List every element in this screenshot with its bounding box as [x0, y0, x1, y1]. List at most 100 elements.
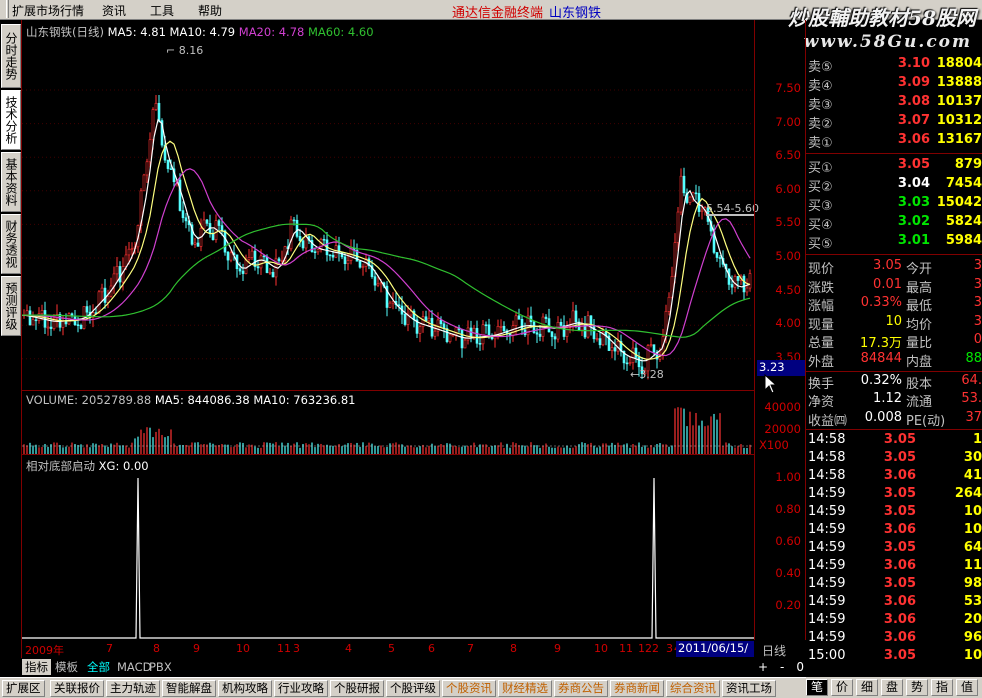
- trade-time: 14:59: [808, 504, 846, 520]
- candle-body: [460, 329, 464, 349]
- quote-tab[interactable]: 势: [906, 679, 928, 696]
- tab-financial[interactable]: 财务透视: [1, 214, 21, 274]
- tab-technical[interactable]: 技术分析: [1, 90, 21, 150]
- status-button[interactable]: 行业攻略: [274, 680, 328, 697]
- candle-body: [610, 347, 614, 351]
- quote-tab[interactable]: 细: [856, 679, 878, 696]
- candle-body: [388, 302, 392, 308]
- status-button[interactable]: 个股资讯: [442, 680, 496, 697]
- tab-all[interactable]: 全部: [84, 659, 113, 675]
- trade-price: 3.05: [883, 486, 916, 502]
- stat-key: 外盘: [808, 355, 835, 370]
- quote-tab[interactable]: 盘: [881, 679, 903, 696]
- candle-body: [319, 238, 323, 250]
- kline-chart[interactable]: [22, 20, 754, 640]
- quote-tab[interactable]: 值: [956, 679, 978, 696]
- candle-body: [46, 326, 50, 329]
- candle-body: [130, 248, 134, 251]
- trade-price: 3.05: [883, 432, 916, 448]
- bid-row: 买③ 3.03 15042: [806, 195, 982, 214]
- quote-tab[interactable]: 笔: [806, 679, 828, 696]
- chart-area[interactable]: 山东钢铁(日线) MA5: 4.81 MA10: 4.79 MA20: 4.78…: [22, 20, 759, 640]
- status-button[interactable]: 主力轨迹: [106, 680, 160, 697]
- period-label[interactable]: 日线: [762, 642, 786, 659]
- period-controls: 日线 + - 0: [754, 640, 806, 678]
- trade-time: 14:59: [808, 594, 846, 610]
- stat-row: 涨幅 0.33% 最低 3: [806, 295, 982, 314]
- time-label: 11: [619, 642, 633, 655]
- quote-tab[interactable]: 指: [931, 679, 953, 696]
- zoom-reset-button[interactable]: 0: [796, 660, 804, 674]
- candle-body: [556, 322, 560, 340]
- status-button[interactable]: 综合资讯: [666, 680, 720, 697]
- tab-indicator[interactable]: 指标: [22, 659, 51, 675]
- zoom-out-button[interactable]: -: [780, 660, 784, 674]
- status-button[interactable]: 财经精选: [498, 680, 552, 697]
- tab-template[interactable]: 模板: [52, 659, 81, 675]
- status-button[interactable]: 个股研报: [330, 680, 384, 697]
- ask-price: 3.09: [897, 75, 930, 90]
- status-button[interactable]: 资讯工场: [722, 680, 776, 697]
- menu-market[interactable]: 扩展市场行情: [12, 2, 84, 19]
- ask-label: 卖①: [808, 136, 833, 151]
- cursor-date: 2011/06/15/三: [676, 641, 754, 670]
- stat-key2: 今开: [906, 262, 933, 277]
- stat-key: 现量: [808, 317, 835, 333]
- candle-body: [64, 321, 68, 325]
- stat-key: 现价: [808, 262, 835, 277]
- stat-value2: 88: [965, 351, 982, 366]
- status-button[interactable]: 券商公告: [554, 680, 608, 697]
- candle-body: [679, 175, 683, 213]
- candle-body: [157, 102, 161, 121]
- candle-body: [253, 250, 257, 267]
- menu-help[interactable]: 帮助: [198, 2, 222, 19]
- candle-body: [535, 332, 539, 335]
- trade-volume: 96: [963, 630, 982, 646]
- status-button[interactable]: 机构攻略: [218, 680, 272, 697]
- candle-body: [259, 255, 263, 269]
- quote-tab[interactable]: 价: [831, 679, 853, 696]
- candle-body: [715, 252, 719, 258]
- time-label: 2009年: [25, 644, 64, 657]
- stat-row: 总量 17.3万 量比 0: [806, 332, 982, 351]
- bid-price: 3.04: [897, 176, 930, 191]
- candle-body: [649, 344, 653, 346]
- stat-key: 收益㈣: [808, 413, 848, 429]
- trade-volume: 20: [963, 612, 982, 628]
- stat-key2: 流通: [906, 395, 933, 411]
- candle-body: [181, 210, 185, 219]
- vol-tick-20000: 20000: [764, 422, 801, 436]
- tab-rating[interactable]: 预测评级: [1, 276, 21, 336]
- candle-body: [514, 315, 518, 326]
- mouse-cursor-icon: [764, 374, 778, 394]
- candle-body: [652, 344, 656, 353]
- trade-volume: 10: [963, 648, 982, 664]
- stat-row: 现价 3.05 今开 3: [806, 258, 982, 277]
- menu-tools[interactable]: 工具: [150, 2, 174, 19]
- candle-body: [292, 219, 296, 222]
- ask-label: 卖⑤: [808, 60, 833, 75]
- ask-price: 3.10: [897, 56, 930, 71]
- candle-body: [250, 250, 254, 258]
- status-button[interactable]: 扩展区: [2, 680, 45, 697]
- ask-row: 卖① 3.06 13167: [806, 132, 982, 151]
- trade-row: 14:58 3.05 30: [806, 450, 982, 468]
- candle-body: [142, 174, 146, 192]
- candle-body: [61, 321, 65, 328]
- candle-body: [268, 271, 272, 274]
- time-label: 9: [554, 642, 561, 655]
- status-button[interactable]: 券商新闻: [610, 680, 664, 697]
- candle-body: [280, 260, 284, 262]
- tab-intraday[interactable]: 分时走势: [1, 24, 21, 88]
- zoom-in-button[interactable]: +: [758, 660, 768, 674]
- high-annotation: ⌐ 8.16: [166, 44, 204, 57]
- tab-pbx[interactable]: PBX: [146, 659, 175, 675]
- candle-body: [169, 168, 173, 170]
- status-button[interactable]: 关联报价: [50, 680, 104, 697]
- price-tick: 5.50: [775, 215, 801, 230]
- time-label: 10: [594, 642, 608, 655]
- menu-info[interactable]: 资讯: [102, 2, 126, 19]
- status-button[interactable]: 个股评级: [386, 680, 440, 697]
- tab-fundamental[interactable]: 基本资料: [1, 152, 21, 212]
- status-button[interactable]: 智能解盘: [162, 680, 216, 697]
